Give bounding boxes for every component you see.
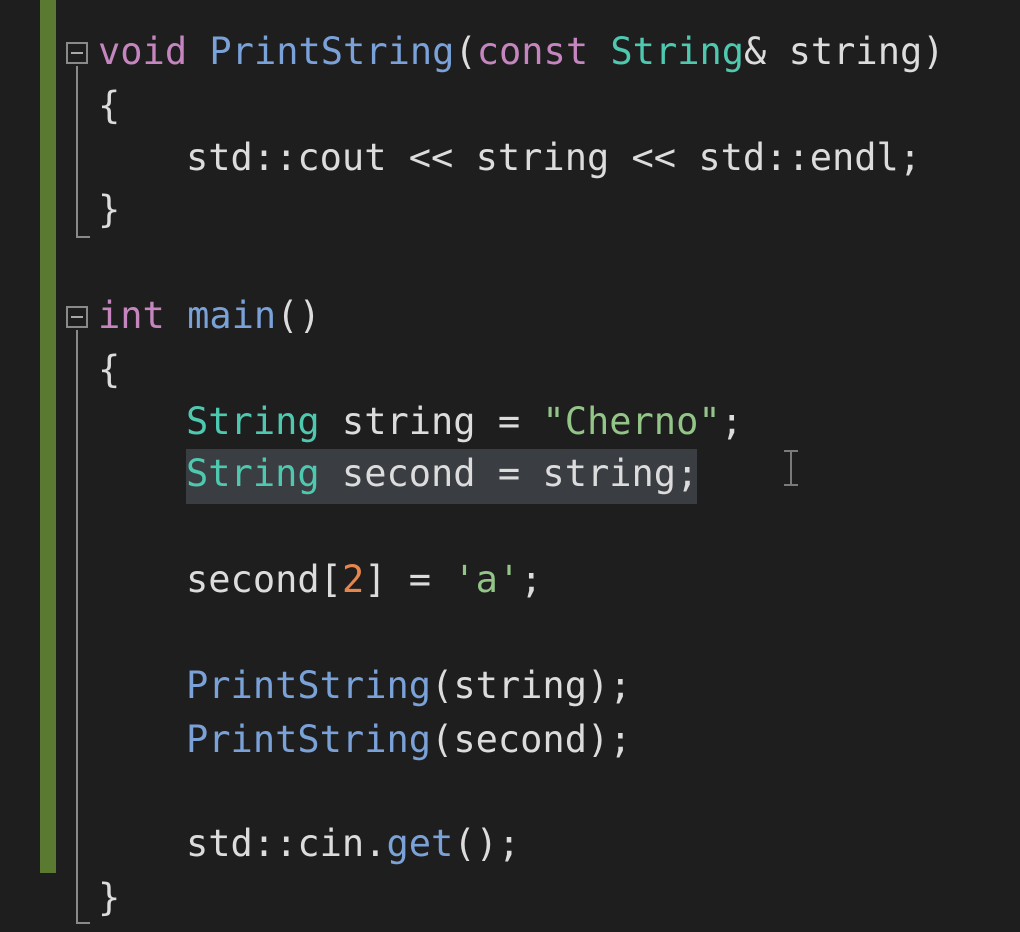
code-line-close-brace[interactable]: } — [98, 186, 120, 234]
string-literal: "Cherno" — [542, 400, 721, 443]
code-line-close-brace[interactable]: } — [98, 874, 120, 922]
number-literal: 2 — [341, 558, 365, 601]
type-name: String — [186, 400, 320, 443]
statement-text: std::cin. — [186, 822, 387, 865]
fold-guide — [76, 330, 78, 924]
function-name: PrintString — [209, 30, 455, 73]
brace: } — [98, 876, 121, 919]
code-editor[interactable]: void PrintString(const String& string) {… — [0, 0, 1020, 932]
statement-text: second[ — [186, 558, 342, 601]
keyword: int — [98, 294, 165, 337]
keyword: void — [98, 30, 188, 73]
type-name: String — [610, 30, 745, 73]
code-line-print-second[interactable]: PrintString(second); — [98, 716, 632, 764]
fold-guide-end — [76, 922, 90, 924]
code-line-index-assignment[interactable]: second[2] = 'a'; — [98, 556, 542, 604]
collapse-main-icon[interactable] — [66, 306, 88, 328]
code-line-print-string[interactable]: PrintString(string); — [98, 662, 632, 710]
text-cursor-icon — [784, 450, 798, 486]
modified-lines-indicator — [40, 0, 56, 873]
code-line-open-brace[interactable]: { — [98, 346, 120, 394]
collapse-function-icon[interactable] — [66, 42, 88, 64]
function-call: PrintString — [186, 664, 432, 707]
code-line-main-declaration[interactable]: int main() — [98, 292, 321, 340]
brace: { — [98, 84, 121, 127]
function-call: get — [386, 822, 454, 865]
arguments: (string); — [431, 664, 632, 707]
fold-guide-end — [76, 236, 90, 238]
statement-text: second = string; — [319, 452, 699, 495]
fold-guide — [76, 66, 78, 238]
brace: { — [98, 348, 121, 391]
code-line-open-brace[interactable]: { — [98, 82, 120, 130]
function-call: PrintString — [186, 718, 432, 761]
semicolon: ; — [520, 558, 543, 601]
code-line-string-declaration[interactable]: String string = "Cherno"; — [98, 398, 743, 446]
code-line-function-declaration[interactable]: void PrintString(const String& string) — [98, 28, 945, 76]
punctuation: () — [276, 294, 321, 337]
function-name: main — [187, 294, 277, 337]
char-literal: 'a' — [453, 558, 521, 601]
statement-text: string = — [319, 400, 543, 443]
code-line-second-declaration[interactable]: String second = string; — [98, 450, 698, 498]
type-name: String — [186, 452, 320, 495]
statement-text: ] = — [364, 558, 454, 601]
parameter-text: & string) — [744, 30, 945, 73]
punctuation: ( — [454, 30, 477, 73]
arguments: (second); — [431, 718, 632, 761]
brace: } — [98, 188, 121, 231]
code-line-cout[interactable]: std::cout << string << std::endl; — [98, 134, 921, 182]
statement-text: (); — [453, 822, 521, 865]
semicolon: ; — [720, 400, 743, 443]
keyword: const — [476, 30, 589, 73]
code-line-cin-get[interactable]: std::cin.get(); — [98, 820, 520, 868]
statement-text: std::cout << string << std::endl; — [186, 136, 922, 179]
